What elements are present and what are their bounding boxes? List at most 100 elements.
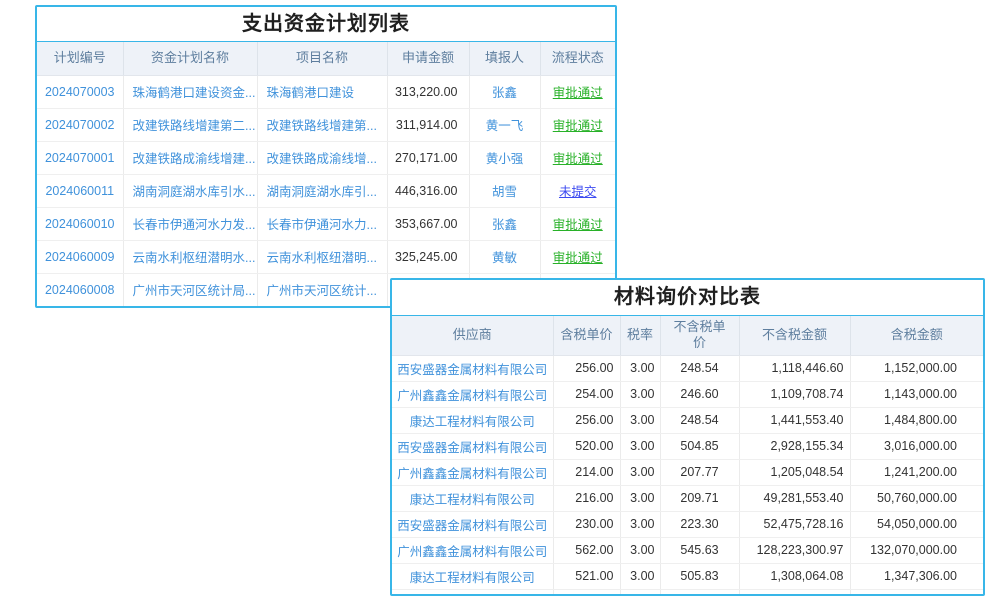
tax-excl-amount-cell: 49,281,553.40 bbox=[739, 485, 850, 511]
tax-incl-unit-price-cell bbox=[553, 589, 620, 596]
tax-rate-cell bbox=[620, 589, 660, 596]
tax-rate-cell: 3.00 bbox=[620, 485, 660, 511]
column-header: 流程状态 bbox=[540, 42, 615, 75]
flow-status-link[interactable]: 审批通过 bbox=[553, 152, 603, 166]
tax-incl-unit-price-cell: 256.00 bbox=[553, 355, 620, 381]
plan-id-link[interactable]: 2024060010 bbox=[45, 217, 115, 231]
tax-excl-unit-price-cell: 246.60 bbox=[660, 381, 739, 407]
tax-incl-amount-cell: 50,760,000.00 bbox=[850, 485, 983, 511]
material-inquiry-row: 西安盛器金属材料有限公司 256.00 3.00 248.54 1,118,44… bbox=[392, 355, 983, 381]
tax-excl-unit-price-cell: 504.85 bbox=[660, 433, 739, 459]
supplier-link[interactable]: 西安盛器金属材料有限公司 bbox=[397, 363, 547, 377]
supplier-link[interactable]: 康达工程材料有限公司 bbox=[410, 415, 535, 429]
column-header: 申请金额 bbox=[387, 42, 469, 75]
reporter-link[interactable]: 黄小强 bbox=[486, 152, 524, 166]
supplier-link[interactable]: 康达工程材料有限公司 bbox=[410, 571, 535, 585]
tax-incl-unit-price-cell: 216.00 bbox=[553, 485, 620, 511]
material-inquiry-row: 康达工程材料有限公司 216.00 3.00 209.71 49,281,553… bbox=[392, 485, 983, 511]
plan-name-link[interactable]: 湖南洞庭湖水库引水... bbox=[133, 185, 256, 199]
plan-name-link[interactable]: 长春市伊通河水力发... bbox=[133, 218, 256, 232]
tax-incl-unit-price-cell: 254.00 bbox=[553, 381, 620, 407]
tax-incl-unit-price-cell: 214.00 bbox=[553, 459, 620, 485]
project-name-link[interactable]: 珠海鹤港口建设 bbox=[267, 86, 355, 100]
supplier-link[interactable]: 康达工程材料有限公司 bbox=[410, 493, 535, 507]
project-name-link[interactable]: 长春市伊通河水力... bbox=[267, 218, 377, 232]
plan-id-link[interactable]: 2024060011 bbox=[45, 184, 114, 198]
plan-id-link[interactable]: 2024070002 bbox=[45, 118, 115, 132]
project-name-link[interactable]: 云南水利枢纽潜明... bbox=[267, 251, 377, 265]
tax-rate-cell: 3.00 bbox=[620, 563, 660, 589]
tax-excl-amount-cell: 1,205,048.54 bbox=[739, 459, 850, 485]
tax-rate-cell: 3.00 bbox=[620, 459, 660, 485]
request-amount-cell: 353,667.00 bbox=[387, 207, 469, 240]
tax-excl-unit-price-cell: 248.54 bbox=[660, 355, 739, 381]
tax-excl-amount-cell bbox=[739, 589, 850, 596]
supplier-link[interactable]: 广州鑫鑫金属材料有限公司 bbox=[397, 545, 547, 559]
plan-name-link[interactable]: 珠海鹤港口建设资金... bbox=[133, 86, 256, 100]
tax-incl-unit-price-cell: 521.00 bbox=[553, 563, 620, 589]
column-header: 项目名称 bbox=[257, 42, 387, 75]
supplier-link[interactable]: 广州鑫鑫金属材料有限公司 bbox=[397, 389, 547, 403]
material-inquiry-row: 西安盛器金属材料有限公司 520.00 3.00 504.85 2,928,15… bbox=[392, 433, 983, 459]
flow-status-link[interactable]: 审批通过 bbox=[553, 218, 603, 232]
expense-plan-row: 2024070001 改建铁路成渝线增建... 改建铁路成渝线增... 270,… bbox=[37, 141, 615, 174]
reporter-link[interactable]: 黄一飞 bbox=[486, 119, 524, 133]
tax-incl-amount-cell: 132,070,000.00 bbox=[850, 537, 983, 563]
plan-name-link[interactable]: 改建铁路线增建第二... bbox=[133, 119, 256, 133]
plan-name-link[interactable]: 云南水利枢纽潜明水... bbox=[133, 251, 256, 265]
column-header: 计划编号 bbox=[37, 42, 123, 75]
tax-excl-amount-cell: 1,109,708.74 bbox=[739, 381, 850, 407]
tax-excl-unit-price-cell: 223.30 bbox=[660, 511, 739, 537]
plan-id-link[interactable]: 2024060008 bbox=[45, 283, 115, 297]
plan-name-link[interactable]: 广州市天河区统计局... bbox=[133, 284, 256, 298]
plan-id-link[interactable]: 2024060009 bbox=[45, 250, 115, 264]
tax-incl-amount-cell: 54,050,000.00 bbox=[850, 511, 983, 537]
project-name-link[interactable]: 改建铁路成渝线增... bbox=[267, 152, 377, 166]
tax-incl-unit-price-cell: 230.00 bbox=[553, 511, 620, 537]
request-amount-cell: 446,316.00 bbox=[387, 174, 469, 207]
tax-incl-unit-price-cell: 562.00 bbox=[553, 537, 620, 563]
plan-name-link[interactable]: 改建铁路成渝线增建... bbox=[133, 152, 256, 166]
reporter-link[interactable]: 张鑫 bbox=[492, 218, 517, 232]
reporter-link[interactable]: 胡雪 bbox=[492, 185, 517, 199]
tax-incl-amount-cell: 1,484,800.00 bbox=[850, 407, 983, 433]
tax-incl-amount-cell: 3,016,000.00 bbox=[850, 433, 983, 459]
flow-status-link[interactable]: 审批通过 bbox=[553, 86, 603, 100]
reporter-link[interactable]: 黄敏 bbox=[492, 251, 517, 265]
column-header: 供应商 bbox=[392, 316, 553, 355]
material-inquiry-row: 广州鑫鑫金属材料有限公司 562.00 3.00 545.63 128,223,… bbox=[392, 537, 983, 563]
tax-incl-amount-cell: 1,143,000.00 bbox=[850, 381, 983, 407]
tax-excl-amount-cell: 1,308,064.08 bbox=[739, 563, 850, 589]
flow-status-link[interactable]: 审批通过 bbox=[553, 119, 603, 133]
expense-plan-table-title: 支出资金计划列表 bbox=[37, 7, 615, 42]
plan-id-link[interactable]: 2024070001 bbox=[45, 151, 115, 165]
column-header: 不含税金额 bbox=[739, 316, 850, 355]
tax-excl-amount-cell: 128,223,300.97 bbox=[739, 537, 850, 563]
tax-excl-amount-cell: 1,441,553.40 bbox=[739, 407, 850, 433]
column-header: 不含税单价 bbox=[660, 316, 739, 355]
supplier-link[interactable]: 广州鑫鑫金属材料有限公司 bbox=[397, 467, 547, 481]
tax-excl-unit-price-cell: 209.71 bbox=[660, 485, 739, 511]
tax-excl-unit-price-cell: 545.63 bbox=[660, 537, 739, 563]
material-inquiry-row: 西安盛器金属材料有限公司 230.00 3.00 223.30 52,475,7… bbox=[392, 511, 983, 537]
request-amount-cell: 313,220.00 bbox=[387, 75, 469, 108]
flow-status-link[interactable]: 未提交 bbox=[559, 185, 597, 199]
request-amount-cell: 270,171.00 bbox=[387, 141, 469, 174]
supplier-link[interactable]: 西安盛器金属材料有限公司 bbox=[397, 519, 547, 533]
supplier-link[interactable]: 西安盛器金属材料有限公司 bbox=[397, 441, 547, 455]
expense-plan-table: 计划编号资金计划名称项目名称申请金额填报人流程状态 2024070003 珠海鹤… bbox=[37, 42, 615, 306]
material-inquiry-row: 广州鑫鑫金属材料有限公司 254.00 3.00 246.60 1,109,70… bbox=[392, 381, 983, 407]
tax-excl-amount-cell: 1,118,446.60 bbox=[739, 355, 850, 381]
tax-rate-cell: 3.00 bbox=[620, 381, 660, 407]
material-inquiry-table-title: 材料询价对比表 bbox=[392, 280, 983, 316]
reporter-link[interactable]: 张鑫 bbox=[492, 86, 517, 100]
project-name-link[interactable]: 改建铁路线增建第... bbox=[267, 119, 377, 133]
plan-id-link[interactable]: 2024070003 bbox=[45, 85, 115, 99]
material-inquiry-table-panel: 材料询价对比表 供应商含税单价税率不含税单价不含税金额含税金额 西安盛器金属材料… bbox=[390, 278, 985, 596]
project-name-link[interactable]: 广州市天河区统计... bbox=[267, 284, 377, 298]
expense-plan-row: 2024060009 云南水利枢纽潜明水... 云南水利枢纽潜明... 325,… bbox=[37, 240, 615, 273]
flow-status-link[interactable]: 审批通过 bbox=[553, 251, 603, 265]
expense-plan-row: 2024070002 改建铁路线增建第二... 改建铁路线增建第... 311,… bbox=[37, 108, 615, 141]
tax-rate-cell: 3.00 bbox=[620, 511, 660, 537]
project-name-link[interactable]: 湖南洞庭湖水库引... bbox=[267, 185, 377, 199]
